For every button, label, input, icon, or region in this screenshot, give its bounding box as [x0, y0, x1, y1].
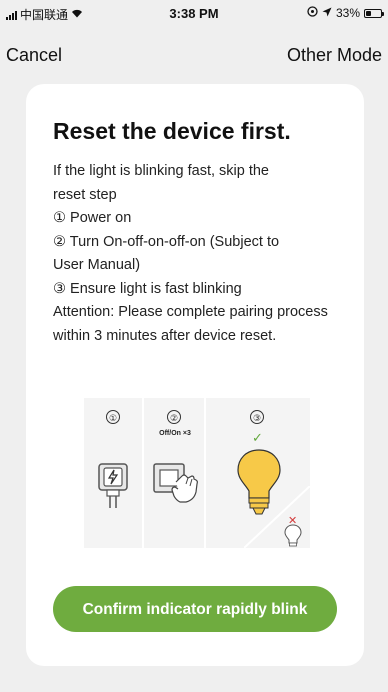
page-title: Reset the device first.: [53, 118, 291, 144]
check-icon: ✓: [252, 430, 263, 445]
step-3-panel: ③ ✓ ✕: [206, 398, 310, 548]
instruction-line: User Manual): [53, 257, 141, 273]
instructions-text: If the light is blinking fast, skip the …: [53, 160, 363, 348]
instruction-line: ③ Ensure light is fast blinking: [53, 280, 242, 297]
screen: 中国联通 3:38 PM 33% Cancel Other Mode Reset…: [0, 0, 388, 692]
clock-icon: [307, 6, 318, 20]
nav-bar: Cancel Other Mode: [0, 40, 388, 74]
instruction-line: Attention: Please complete pairing proce…: [53, 304, 328, 320]
light-switch-hand-icon: [153, 463, 198, 503]
step-1-number: ①: [106, 410, 120, 424]
battery-percent: 33%: [335, 6, 360, 20]
other-mode-button[interactable]: Other Mode: [287, 45, 382, 66]
confirm-blink-button[interactable]: Confirm indicator rapidly blink: [53, 586, 337, 632]
step-2-panel: ② Off/On ×3: [144, 398, 204, 548]
instruction-line: If the light is blinking fast, skip the: [53, 163, 269, 179]
instruction-line: reset step: [53, 186, 117, 203]
cancel-button[interactable]: Cancel: [6, 45, 62, 66]
reset-steps-illustration: ① ② Off/On ×3 ③ ✓ ✕: [84, 398, 310, 548]
instruction-line: ① Power on: [53, 210, 132, 226]
step-3-number: ③: [250, 410, 264, 424]
location-icon: [322, 6, 332, 20]
battery-fill: [366, 10, 371, 16]
instruction-line: ② Turn On-off-on-off-on (Subject to: [53, 233, 280, 250]
status-right: 33%: [307, 6, 384, 20]
light-bulb-off-icon: [284, 524, 302, 547]
status-bar: 中国联通 3:38 PM 33%: [0, 0, 388, 28]
power-plug-icon: [98, 463, 128, 508]
instruction-line: within 3 minutes after device reset.: [53, 327, 277, 344]
reset-instructions-card: Reset the device first. If the light is …: [26, 84, 364, 666]
battery-icon: [364, 8, 384, 18]
step-1-panel: ①: [84, 398, 142, 548]
step-2-label: Off/On ×3: [159, 430, 191, 437]
step-2-number: ②: [167, 410, 181, 424]
